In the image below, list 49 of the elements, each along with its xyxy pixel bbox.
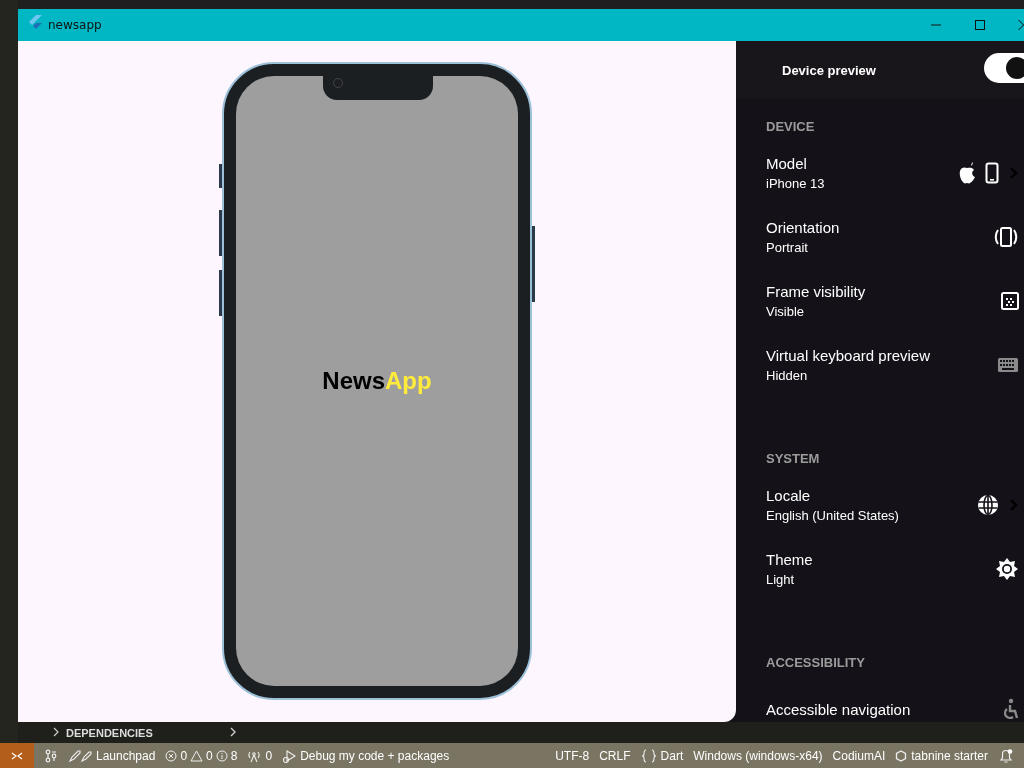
bell-icon[interactable] — [998, 747, 1014, 764]
frame-icon[interactable] — [1001, 292, 1019, 310]
debug-run-icon[interactable] — [282, 748, 297, 763]
chevron-icon[interactable] — [228, 726, 237, 738]
setting-value: Hidden — [766, 368, 808, 383]
maximize-icon[interactable] — [974, 19, 986, 31]
rotate-device-icon[interactable] — [993, 226, 1019, 248]
brightness-icon[interactable] — [995, 557, 1019, 581]
status-item[interactable]: Debug my code + packages — [300, 748, 450, 763]
globe-icon[interactable] — [977, 494, 999, 516]
remote-button[interactable] — [0, 743, 34, 768]
status-item[interactable]: 0 — [265, 748, 273, 763]
problems-indicator[interactable]: 0 0 8 — [165, 748, 238, 763]
source-control-icon[interactable] — [44, 748, 58, 763]
setting-value: English (United States) — [766, 508, 899, 523]
setting-label[interactable]: Virtual keyboard preview — [766, 347, 930, 364]
setting-label[interactable]: Accessible navigation — [766, 700, 911, 718]
status-item[interactable]: Dart — [660, 748, 684, 763]
app-title: NewsApp — [322, 367, 432, 394]
setting-value: Visible — [766, 304, 805, 319]
status-item[interactable]: CodiumAI — [832, 748, 886, 763]
status-item[interactable]: Windows (windows-x64) — [693, 748, 823, 763]
setting-label[interactable]: Frame visibility — [766, 283, 866, 300]
close-icon[interactable] — [1018, 19, 1024, 31]
setting-value: iPhone 13 — [766, 176, 825, 191]
setting-label[interactable]: Model — [766, 155, 807, 172]
section-title: DEVICE — [766, 119, 816, 136]
setting-label[interactable]: Theme — [766, 551, 813, 568]
window-title: newsapp — [48, 18, 102, 32]
status-item[interactable]: UTF-8 — [555, 748, 590, 763]
section-title: ACCESSIBILITY — [766, 655, 866, 672]
setting-value: Light — [766, 572, 795, 587]
setting-label[interactable]: Orientation — [766, 219, 840, 236]
toggle-switch[interactable] — [984, 53, 1024, 83]
keyboard-icon[interactable] — [997, 357, 1019, 373]
status-item[interactable]: tabnine starter — [911, 748, 988, 763]
flutter-logo-icon — [28, 15, 42, 31]
apple-icon[interactable] — [957, 162, 977, 184]
setting-label[interactable]: Locale — [766, 487, 811, 504]
accessibility-icon[interactable] — [1001, 698, 1019, 720]
hexagon-icon[interactable] — [895, 749, 908, 762]
status-item[interactable]: Launchpad — [96, 748, 156, 763]
setting-value: Portrait — [766, 240, 808, 255]
phone-icon[interactable] — [985, 162, 999, 184]
section-title: SYSTEM — [766, 451, 821, 468]
braces-icon[interactable] — [640, 748, 657, 763]
status-item[interactable]: CRLF — [599, 748, 631, 763]
section-header[interactable]: DEPENDENCIES — [66, 726, 153, 739]
panel-title: Device preview — [782, 62, 877, 78]
